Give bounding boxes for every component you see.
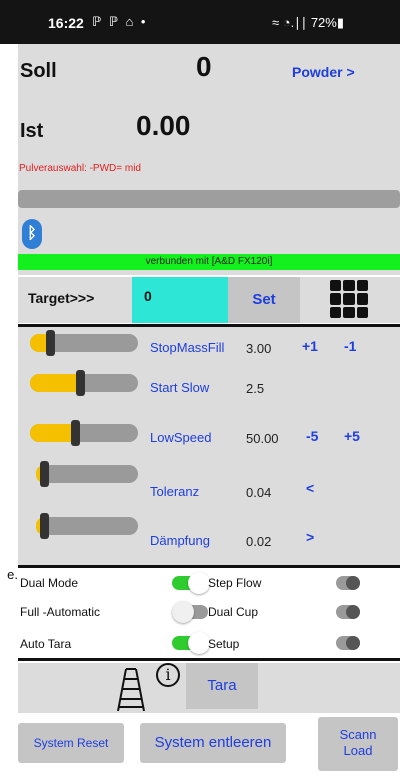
notification-icons: ℙ ℙ ⌂ •	[92, 14, 148, 29]
truncated-text: e.	[7, 567, 18, 582]
param-name-stopmassfill: StopMassFill	[150, 340, 225, 355]
auto-tara-label: Auto Tara	[20, 637, 72, 651]
clock: 16:22	[48, 15, 84, 31]
param-name-start-slow: Start Slow	[150, 380, 210, 395]
system-entleeren-button[interactable]: System entleeren	[140, 723, 286, 763]
dual-cup-label: Dual Cup	[208, 605, 259, 619]
ist-label: Ist	[20, 120, 44, 142]
fill-progress-bar	[18, 190, 400, 208]
toleranz-slider[interactable]	[36, 461, 138, 487]
stopmassfill-slider[interactable]	[30, 330, 138, 356]
auto-tara-toggle[interactable]	[172, 632, 210, 654]
slider-thumb[interactable]	[46, 330, 55, 356]
param-value-toleranz: 0.04	[246, 485, 272, 500]
soll-label: Soll	[20, 60, 57, 82]
tool-row: i Tara	[18, 663, 400, 713]
param-value-start-slow: 2.5	[246, 381, 265, 396]
start-slow-slider[interactable]	[30, 370, 138, 396]
slider-fill	[30, 424, 73, 442]
system-reset-button[interactable]: System Reset	[18, 723, 124, 763]
status-bar: 16:22 ℙ ℙ ⌂ • ≈ ◔.∣∣ 72%▮	[0, 0, 400, 44]
step-flow-toggle[interactable]	[336, 576, 360, 590]
plus-5-button[interactable]: +5	[344, 428, 360, 444]
keypad-icon[interactable]	[330, 280, 368, 318]
powder-selection-text: Pulverauswahl: -PWD= mid	[19, 163, 141, 174]
plus-1-button[interactable]: +1	[302, 338, 318, 354]
step-flow-label: Step Flow	[208, 576, 262, 590]
slider-fill	[30, 374, 78, 392]
setup-label: Setup	[208, 637, 240, 651]
system-indicators: ≈ ◔.∣∣ 72%▮	[272, 15, 344, 30]
powder-link[interactable]: Powder >	[292, 64, 355, 80]
param-name-toleranz: Toleranz	[150, 484, 200, 499]
soll-value: 0	[196, 51, 212, 82]
set-button[interactable]: Set	[228, 277, 300, 323]
minus-5-button[interactable]: -5	[306, 428, 318, 444]
param-value-daempfung: 0.02	[246, 534, 272, 549]
param-name-daempfung: Dämpfung	[150, 533, 210, 548]
minus-1-button[interactable]: -1	[344, 338, 356, 354]
full-automatic-label: Full -Automatic	[20, 605, 101, 619]
divider	[18, 658, 400, 661]
bluetooth-icon[interactable]: ᛒ	[22, 219, 42, 249]
tara-button[interactable]: Tara	[186, 663, 258, 709]
param-name-lowspeed: LowSpeed	[150, 430, 212, 445]
target-label: Target>>>	[28, 290, 95, 306]
full-automatic-toggle[interactable]	[172, 601, 208, 623]
param-value-lowspeed: 50.00	[246, 431, 279, 446]
slider-thumb[interactable]	[71, 420, 80, 446]
dual-mode-toggle[interactable]	[172, 572, 210, 594]
previous-button[interactable]: <	[306, 480, 314, 496]
param-value-stopmassfill: 3.00	[246, 341, 272, 356]
info-icon[interactable]: i	[156, 663, 180, 687]
footer-bar: System Reset System entleeren Scann Load	[0, 715, 400, 774]
target-input[interactable]: 0	[132, 277, 228, 323]
next-button[interactable]: >	[306, 529, 314, 545]
dual-mode-label: Dual Mode	[20, 576, 79, 590]
daempfung-slider[interactable]	[36, 513, 138, 539]
slider-thumb[interactable]	[76, 370, 85, 396]
slider-thumb[interactable]	[40, 461, 49, 487]
slider-thumb[interactable]	[40, 513, 49, 539]
ladder-icon[interactable]	[116, 665, 146, 711]
scann-load-button[interactable]: Scann Load	[318, 717, 398, 771]
lowspeed-slider[interactable]	[30, 420, 138, 446]
ist-value: 0.00	[136, 110, 191, 141]
target-row: Target>>> 0 Set	[18, 277, 400, 323]
connection-status-bar: verbunden mit [A&D FX120i]	[18, 254, 400, 270]
setup-toggle[interactable]	[336, 636, 360, 650]
dual-cup-toggle[interactable]	[336, 605, 360, 619]
